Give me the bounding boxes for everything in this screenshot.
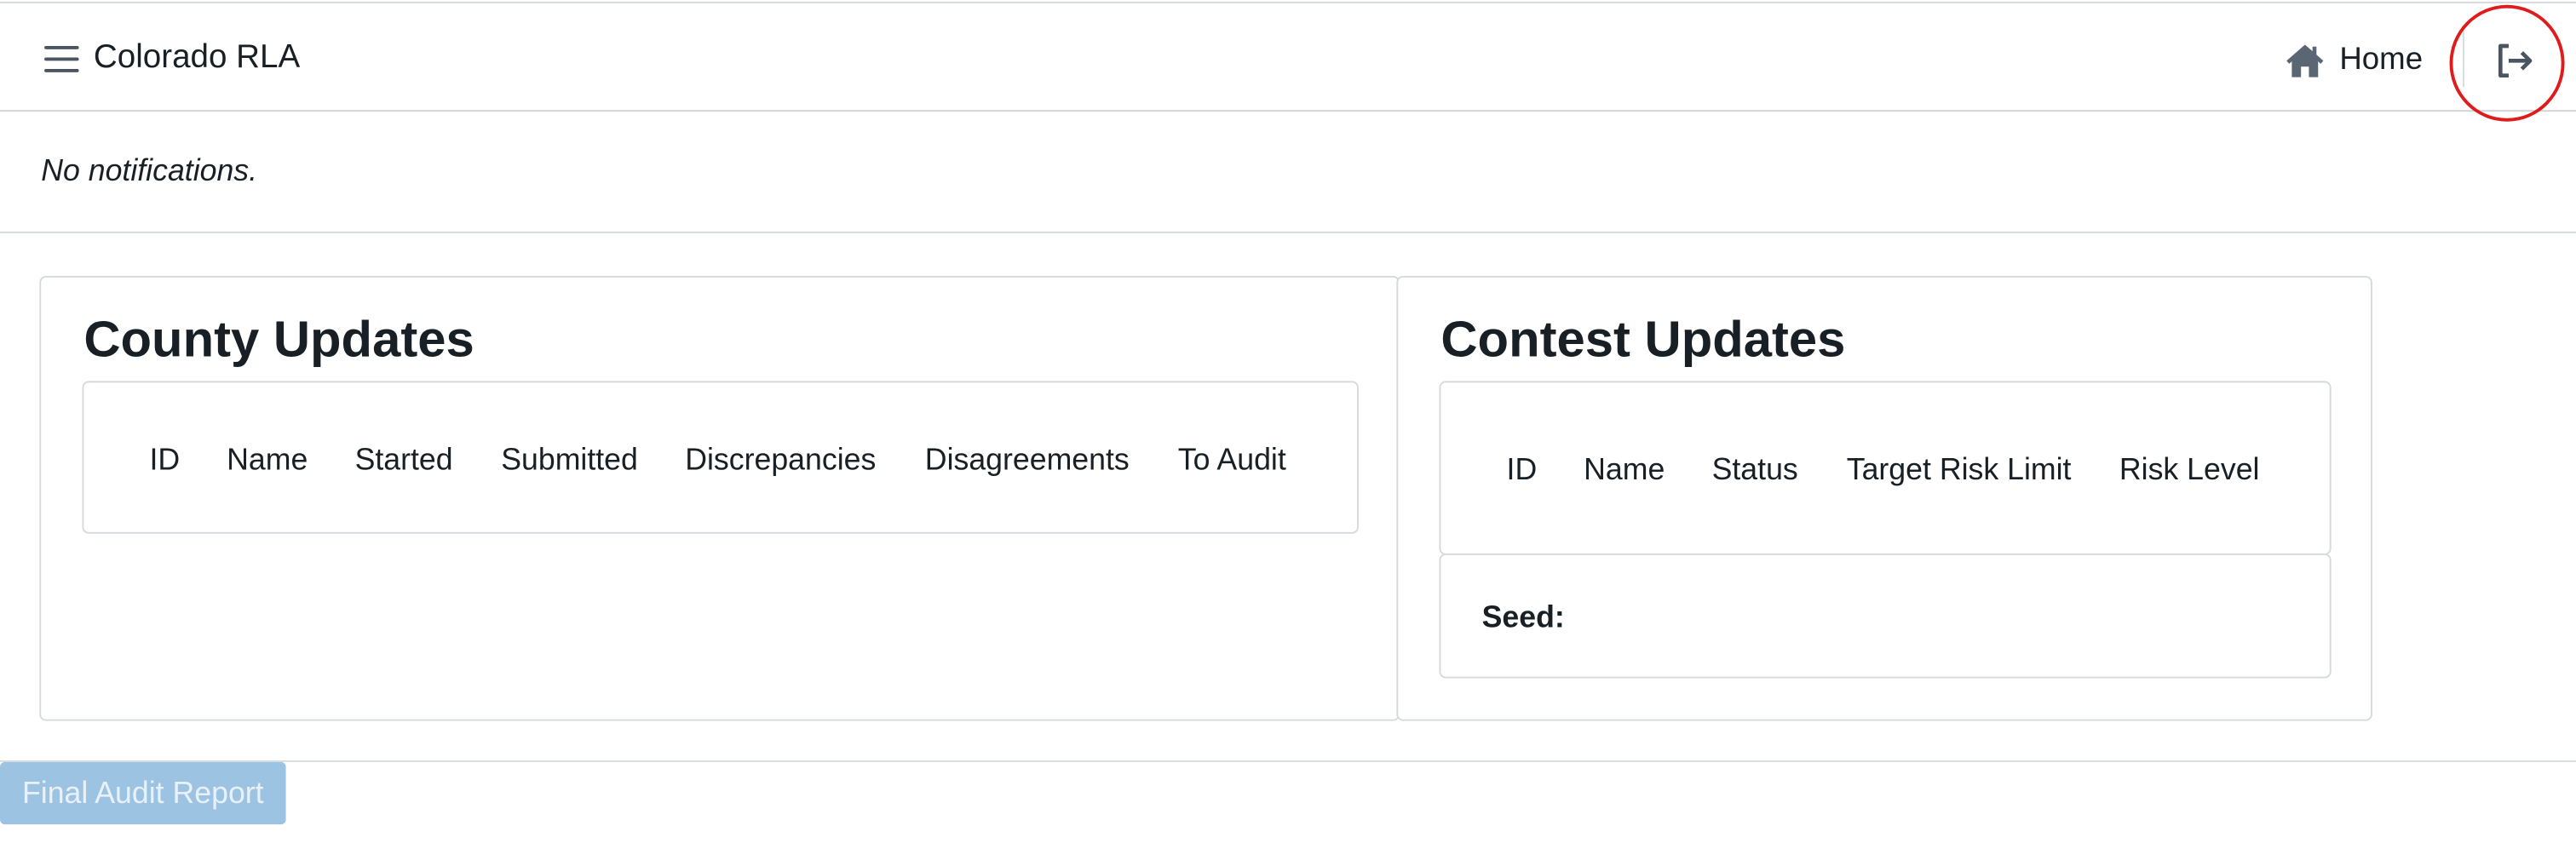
top-navbar: Colorado RLA Home (0, 1, 2576, 122)
home-label: Home (2339, 43, 2424, 77)
seed-label: Seed: (1481, 599, 1565, 634)
nav-divider (2462, 31, 2464, 88)
county-updates-table: ID Name Started Submitted Discrepancies … (82, 381, 1359, 534)
county-col-disagreements[interactable]: Disagreements (925, 442, 1130, 478)
log-out-icon (2498, 43, 2533, 78)
county-col-started[interactable]: Started (355, 442, 453, 478)
county-updates-title: County Updates (83, 310, 474, 369)
logout-button[interactable] (2487, 35, 2544, 88)
divider (0, 231, 2576, 233)
app-root: Colorado RLA Home No notifications. Coun… (0, 0, 2576, 842)
contest-col-id[interactable]: ID (1507, 451, 1538, 487)
divider (0, 760, 2576, 762)
contest-updates-card: Contest Updates ID Name Status Target Ri… (1396, 276, 2372, 721)
county-col-to-audit[interactable]: To Audit (1178, 442, 1286, 478)
home-link[interactable]: Home (2286, 39, 2423, 82)
seed-panel: Seed: (1439, 553, 2332, 679)
contest-col-risk-level[interactable]: Risk Level (2119, 451, 2260, 487)
county-updates-card: County Updates ID Name Started Submitted… (39, 276, 1400, 721)
contest-updates-table: ID Name Status Target Risk Limit Risk Le… (1439, 381, 2332, 555)
contest-updates-title: Contest Updates (1440, 310, 1846, 369)
home-icon (2286, 44, 2324, 77)
contest-col-name[interactable]: Name (1584, 451, 1665, 487)
county-col-submitted[interactable]: Submitted (501, 442, 638, 478)
county-col-discrepancies[interactable]: Discrepancies (685, 442, 876, 478)
final-audit-report-button[interactable]: Final Audit Report (0, 761, 286, 825)
hamburger-menu-icon[interactable] (44, 44, 79, 74)
contest-col-status[interactable]: Status (1712, 451, 1798, 487)
contest-col-target-risk-limit[interactable]: Target Risk Limit (1847, 451, 2072, 487)
county-col-id[interactable]: ID (150, 442, 181, 478)
county-col-name[interactable]: Name (227, 442, 308, 478)
app-title: Colorado RLA (93, 39, 301, 76)
notifications-text: No notifications. (41, 152, 258, 187)
